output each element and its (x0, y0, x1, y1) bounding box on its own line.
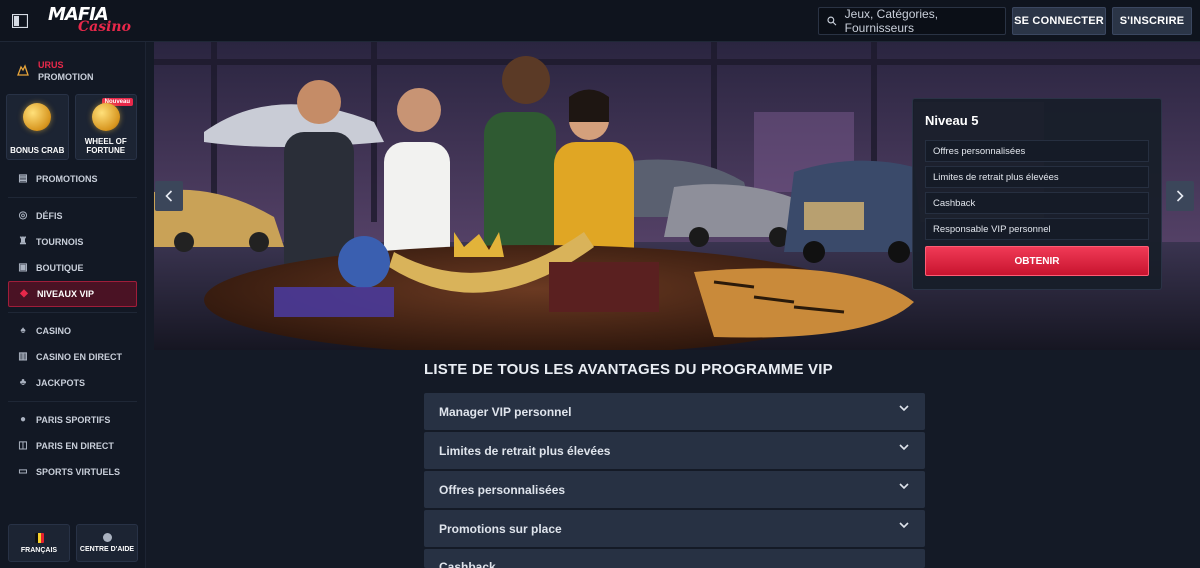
trophy-icon: ♜ (18, 236, 28, 247)
login-button[interactable]: SE CONNECTER (1012, 7, 1106, 35)
sidebar-toggle-icon (12, 13, 28, 28)
benefit-accordion-item[interactable]: Offres personnalisées (424, 471, 925, 508)
benefit-accordion-item[interactable]: Manager VIP personnel (424, 393, 925, 430)
benefit-label: Promotions sur place (439, 521, 562, 536)
benefit-label: Limites de retrait plus élevées (439, 443, 611, 458)
chevron-down-icon (899, 522, 909, 529)
benefit-accordion-item[interactable]: Cashback (424, 549, 925, 568)
clover-icon: ♣ (19, 377, 27, 388)
shop-icon: ▣ (18, 262, 28, 273)
logo-sub-text: Casino (78, 18, 131, 35)
sidebar-item-label: SPORTS VIRTUELS (36, 467, 121, 477)
chevron-down-icon (899, 405, 909, 412)
vip-perk: Offres personnalisées (925, 140, 1149, 162)
help-icon (102, 533, 112, 542)
sidebar-item-paris-en-direct[interactable]: ◫ PARIS EN DIRECT (0, 433, 145, 459)
divider (8, 401, 137, 402)
sidebar-item-paris-sportifs[interactable]: ● PARIS SPORTIFS (0, 407, 145, 433)
sidebar-nav: ▤ PROMOTIONS ◎ DÉFIS ♜ TOURNOIS ▣ BOUTIQ… (0, 166, 145, 485)
vip-level-card: Niveau 5 Offres personnalisées Limites d… (912, 98, 1162, 290)
chevron-right-icon (1176, 190, 1184, 202)
diamond-icon: ◆ (20, 288, 28, 299)
search-placeholder: Jeux, Catégories, Fournisseurs (844, 7, 939, 35)
mafia-casino-logo[interactable]: MAFIA Casino (48, 5, 131, 36)
search-icon (827, 16, 837, 26)
promo-subtitle: PROMOTION (38, 72, 94, 82)
sidebar-toggle-button[interactable] (0, 0, 40, 42)
chevron-down-icon (899, 444, 909, 451)
wheel-of-fortune-tile[interactable]: Nouveau WHEEL OF FORTUNE (74, 94, 137, 160)
sidebar-item-label: PARIS SPORTIFS (36, 415, 111, 425)
chevron-left-icon (165, 190, 173, 202)
sidebar-item-label: JACKPOTS (36, 378, 86, 388)
divider (8, 312, 137, 313)
target-icon: ◎ (18, 210, 28, 221)
vip-perk: Cashback (925, 192, 1149, 214)
sidebar-item-boutique[interactable]: ▣ BOUTIQUE (0, 255, 145, 281)
wheel-icon (91, 103, 120, 131)
benefits-title: LISTE DE TOUS LES AVANTAGES DU PROGRAMME… (424, 361, 833, 378)
language-button[interactable]: FRANÇAIS (8, 524, 70, 562)
sidebar-item-label: CASINO (36, 326, 72, 336)
sidebar-item-label: BOUTIQUE (36, 263, 84, 273)
language-label: FRANÇAIS (20, 546, 58, 554)
vip-level-title: Niveau 5 (925, 113, 979, 128)
megaphone-icon: ▤ (18, 173, 28, 184)
tile-label: BONUS CRAB (10, 145, 65, 155)
virtual-sports-icon: ▭ (18, 466, 28, 477)
obtain-button[interactable]: OBTENIR (925, 246, 1149, 276)
sidebar-item-casino[interactable]: ♠ CASINO (0, 318, 145, 344)
urus-promotion-link[interactable]: URUS PROMOTION (0, 42, 145, 88)
sidebar-item-jackpots[interactable]: ♣ JACKPOTS (0, 370, 145, 396)
sidebar-item-label: DÉFIS (36, 211, 63, 221)
vip-perk: Limites de retrait plus élevées (925, 166, 1149, 188)
promo-tiles: BONUS CRAB Nouveau WHEEL OF FORTUNE (0, 88, 145, 160)
promo-title: URUS (38, 60, 64, 70)
vip-perk: Responsable VIP personnel (925, 218, 1149, 240)
help-center-button[interactable]: CENTRE D'AIDE (76, 524, 138, 562)
chevron-down-icon (899, 483, 909, 490)
sidebar-bottom: FRANÇAIS CENTRE D'AIDE (8, 524, 138, 562)
sidebar-item-label: TOURNOIS (36, 237, 84, 247)
benefit-label: Manager VIP personnel (439, 404, 572, 419)
sidebar-item-promotions[interactable]: ▤ PROMOTIONS (0, 166, 145, 192)
help-label: CENTRE D'AIDE (79, 546, 135, 553)
register-button[interactable]: S'INSCRIRE (1112, 7, 1192, 35)
sidebar-item-sports-virtuels[interactable]: ▭ SPORTS VIRTUELS (0, 459, 145, 485)
live-cards-icon: ▥ (18, 351, 28, 362)
divider (8, 197, 137, 198)
sidebar-item-casino-en-direct[interactable]: ▥ CASINO EN DIRECT (0, 344, 145, 370)
search-input[interactable]: Jeux, Catégories, Fournisseurs (818, 7, 1006, 35)
spade-icon: ♠ (20, 325, 26, 336)
live-bet-icon: ◫ (18, 440, 28, 451)
benefit-label: Offres personnalisées (439, 482, 566, 497)
benefit-label: Cashback (439, 560, 496, 568)
sidebar-item-tournois[interactable]: ♜ TOURNOIS (0, 229, 145, 255)
sidebar-item-niveaux-vip[interactable]: ◆ NIVEAUX VIP (8, 281, 137, 307)
sidebar: URUS PROMOTION BONUS CRAB Nouveau WHEEL … (0, 42, 146, 568)
sidebar-item-label: PROMOTIONS (36, 174, 98, 184)
tile-label: WHEEL OF FORTUNE (84, 136, 127, 155)
soccer-ball-icon: ● (19, 414, 27, 425)
carousel-prev-button[interactable] (155, 181, 183, 211)
sidebar-item-label: NIVEAUX VIP (37, 289, 95, 299)
car-promo-icon (17, 64, 29, 76)
carousel-next-button[interactable] (1166, 181, 1194, 211)
benefit-accordion-item[interactable]: Promotions sur place (424, 510, 925, 547)
belgium-flag-icon (34, 532, 44, 543)
sidebar-item-defis[interactable]: ◎ DÉFIS (0, 203, 145, 229)
top-bar: MAFIA Casino Jeux, Catégories, Fournisse… (0, 0, 1200, 42)
bonus-crab-tile[interactable]: BONUS CRAB (6, 94, 69, 160)
crab-coin-icon (23, 103, 52, 131)
sidebar-item-label: CASINO EN DIRECT (36, 352, 123, 362)
sidebar-item-label: PARIS EN DIRECT (36, 441, 114, 451)
benefit-accordion-item[interactable]: Limites de retrait plus élevées (424, 432, 925, 469)
